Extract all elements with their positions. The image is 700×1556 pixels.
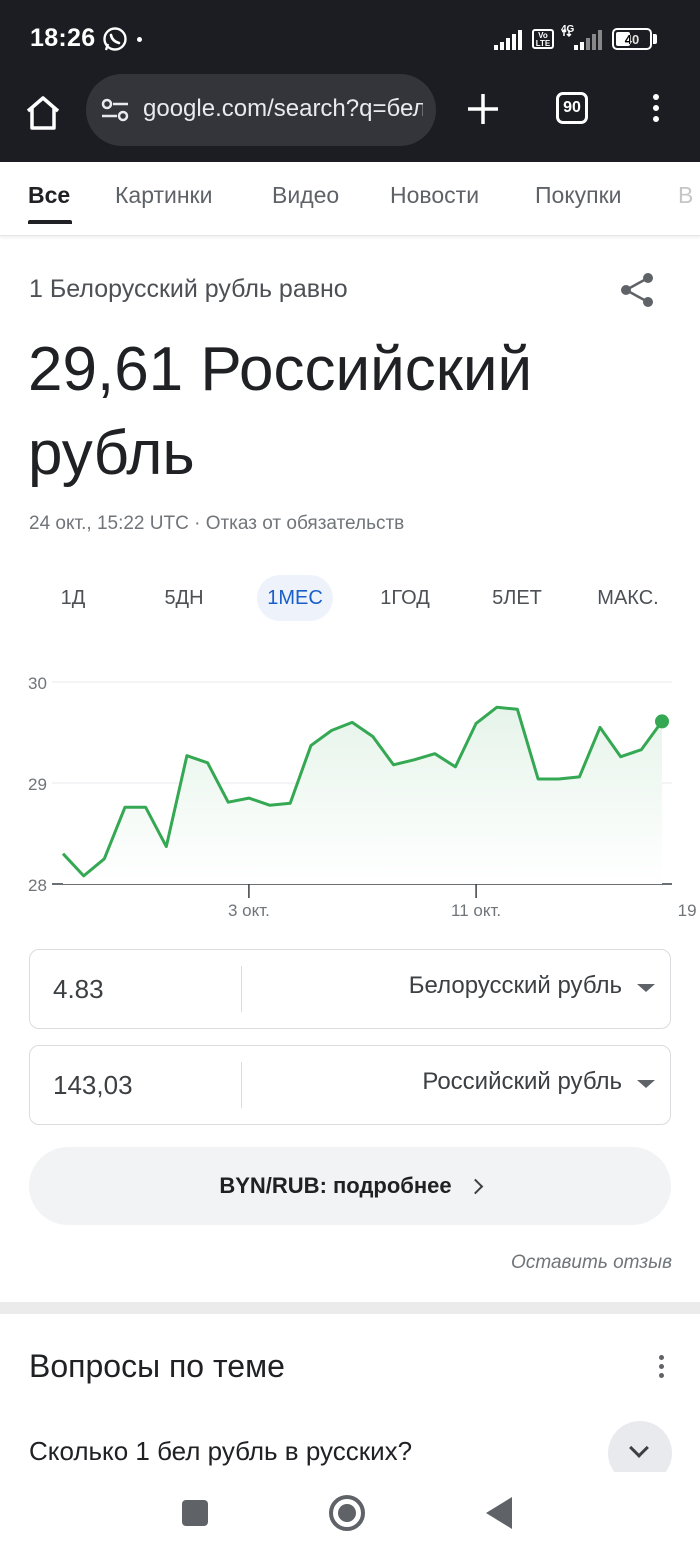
range-5y[interactable]: 5ЛЕТ bbox=[481, 575, 553, 621]
signal-strength-icon bbox=[494, 30, 522, 50]
feedback-link[interactable]: Оставить отзыв bbox=[511, 1252, 672, 1274]
status-bar: 18:26 Vo LTE 4G 40 bbox=[0, 0, 700, 80]
tab-news[interactable]: Новости bbox=[390, 182, 479, 209]
series-area bbox=[63, 707, 662, 884]
address-bar[interactable]: google.com/search?q=бел bbox=[86, 74, 436, 146]
conversion-label: 1 Белорусский рубль равно bbox=[29, 275, 348, 303]
more-options-icon[interactable] bbox=[656, 1355, 666, 1385]
range-selector: 1Д 5ДН 1МЕС 1ГОД 5ЛЕТ МАКС. bbox=[0, 575, 700, 623]
browser-toolbar: google.com/search?q=бел 90 bbox=[0, 74, 700, 162]
range-5d[interactable]: 5ДН bbox=[150, 575, 218, 621]
to-currency-box: 143,03 Российский рубль bbox=[29, 1045, 671, 1125]
volte-icon: Vo LTE bbox=[532, 29, 554, 49]
tab-more[interactable]: В bbox=[678, 182, 693, 209]
conversion-meta: 24 окт., 15:22 UTC · Отказ от обязательс… bbox=[29, 513, 405, 534]
y-tick-label: 29 bbox=[28, 775, 47, 794]
new-tab-icon[interactable] bbox=[464, 90, 502, 128]
section-divider bbox=[0, 1302, 700, 1314]
range-max[interactable]: МАКС. bbox=[588, 575, 668, 621]
signal-strength-icon-2 bbox=[562, 30, 602, 50]
from-amount-input[interactable]: 4.83 bbox=[53, 974, 104, 1005]
tab-videos[interactable]: Видео bbox=[272, 182, 339, 209]
notification-dot bbox=[137, 37, 142, 42]
x-tick-label: 19 окт. bbox=[678, 901, 700, 920]
dropdown-caret-icon[interactable] bbox=[637, 1080, 655, 1088]
range-1d[interactable]: 1Д bbox=[42, 575, 104, 621]
to-amount-input[interactable]: 143,03 bbox=[53, 1070, 133, 1101]
home-nav-icon[interactable] bbox=[329, 1495, 365, 1531]
tab-shopping[interactable]: Покупки bbox=[535, 182, 622, 209]
to-currency-select[interactable]: Российский рубль bbox=[422, 1068, 622, 1096]
home-icon[interactable] bbox=[20, 90, 66, 136]
whatsapp-icon bbox=[103, 27, 127, 51]
url-text[interactable]: google.com/search?q=бел bbox=[143, 95, 423, 123]
range-1m[interactable]: 1МЕС bbox=[257, 575, 333, 621]
x-tick-label: 3 окт. bbox=[228, 901, 270, 920]
search-tabs: Все Картинки Видео Новости Покупки В bbox=[0, 162, 700, 236]
exchange-rate-chart[interactable]: 30 29 28 3 окт. 11 окт. 19 окт. bbox=[0, 660, 700, 930]
browser-menu-icon[interactable] bbox=[651, 94, 661, 126]
share-icon[interactable] bbox=[618, 270, 656, 310]
chevron-right-icon bbox=[467, 1178, 483, 1195]
more-details-button[interactable]: BYN/RUB: подробнее bbox=[29, 1147, 671, 1225]
last-value-point bbox=[655, 714, 669, 729]
from-currency-select[interactable]: Белорусский рубль bbox=[409, 972, 622, 1000]
system-nav-bar bbox=[0, 1472, 700, 1556]
back-icon[interactable] bbox=[486, 1497, 512, 1529]
conversion-value: 29,61 Российский рубль bbox=[28, 335, 533, 488]
tab-switcher-button[interactable]: 90 bbox=[556, 92, 588, 124]
related-questions-title: Вопросы по теме bbox=[29, 1348, 285, 1384]
y-tick-label: 28 bbox=[28, 876, 47, 895]
status-time: 18:26 bbox=[30, 24, 96, 52]
tab-all[interactable]: Все bbox=[28, 182, 70, 209]
site-settings-icon[interactable] bbox=[100, 96, 130, 124]
dropdown-caret-icon[interactable] bbox=[637, 984, 655, 992]
recent-apps-icon[interactable] bbox=[182, 1500, 208, 1526]
battery-icon: 40 bbox=[612, 28, 652, 50]
range-1y[interactable]: 1ГОД bbox=[369, 575, 441, 621]
x-tick-label: 11 окт. bbox=[451, 901, 501, 920]
active-tab-indicator bbox=[28, 220, 72, 224]
related-question[interactable]: Сколько 1 бел рубль в русских? bbox=[29, 1436, 412, 1467]
y-tick-label: 30 bbox=[28, 674, 47, 693]
tab-images[interactable]: Картинки bbox=[115, 182, 212, 209]
from-currency-box: 4.83 Белорусский рубль bbox=[29, 949, 671, 1029]
